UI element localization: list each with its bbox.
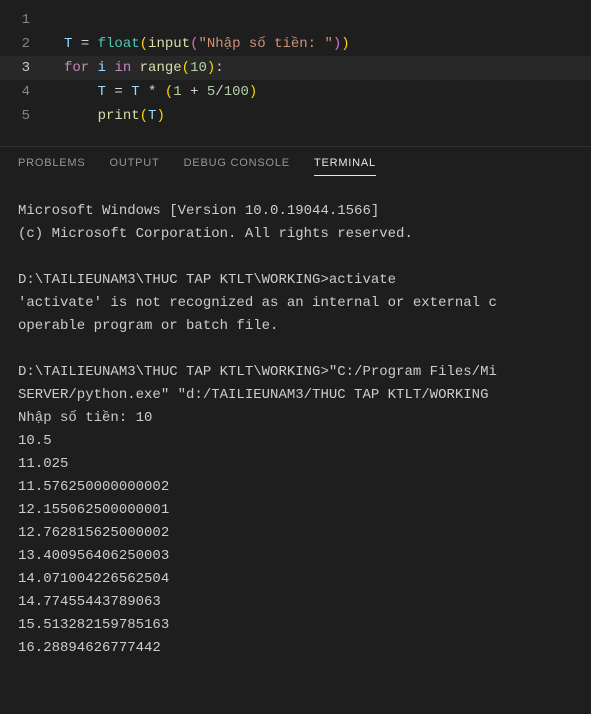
tab-output[interactable]: OUTPUT [110,157,160,176]
code-content[interactable]: T = float(input("Nhập số tiền: ")) [50,32,591,56]
tab-debug-console[interactable]: DEBUG CONSOLE [184,157,290,176]
terminal-line: 16.28894626777442 [18,637,573,660]
terminal-line: D:\TAILIEUNAM3\THUC TAP KTLT\WORKING>act… [18,269,573,292]
terminal-line: 11.576250000000002 [18,476,573,499]
terminal-line: 14.77455443789063 [18,591,573,614]
code-line[interactable]: 1 [0,8,591,32]
terminal-line [18,338,573,361]
tab-terminal[interactable]: TERMINAL [314,157,376,176]
code-editor[interactable]: 12T = float(input("Nhập số tiền: "))3for… [0,0,591,128]
terminal-line: 15.513282159785163 [18,614,573,637]
terminal-line: 'activate' is not recognized as an inter… [18,292,573,315]
code-line[interactable]: 3for i in range(10): [0,56,591,80]
terminal-line: Microsoft Windows [Version 10.0.19044.15… [18,200,573,223]
line-number: 3 [0,56,50,80]
terminal-line: 11.025 [18,453,573,476]
panel-tabs: PROBLEMS OUTPUT DEBUG CONSOLE TERMINAL [0,147,591,182]
code-line[interactable]: 4 T = T * (1 + 5/100) [0,80,591,104]
code-content[interactable] [50,8,591,32]
terminal-line: 10.5 [18,430,573,453]
terminal-line: 12.155062500000001 [18,499,573,522]
terminal-line: SERVER/python.exe" "d:/TAILIEUNAM3/THUC … [18,384,573,407]
terminal-line: Nhập số tiền: 10 [18,407,573,430]
terminal-line: D:\TAILIEUNAM3\THUC TAP KTLT\WORKING>"C:… [18,361,573,384]
code-content[interactable]: for i in range(10): [50,56,591,80]
tab-problems[interactable]: PROBLEMS [18,157,86,176]
line-number: 5 [0,104,50,128]
terminal-line: (c) Microsoft Corporation. All rights re… [18,223,573,246]
code-content[interactable]: T = T * (1 + 5/100) [50,80,591,104]
code-line[interactable]: 5 print(T) [0,104,591,128]
line-number: 2 [0,32,50,56]
terminal-line [18,246,573,269]
code-content[interactable]: print(T) [50,104,591,128]
code-line[interactable]: 2T = float(input("Nhập số tiền: ")) [0,32,591,56]
terminal-line: operable program or batch file. [18,315,573,338]
terminal-line: 14.071004226562504 [18,568,573,591]
terminal-line: 12.762815625000002 [18,522,573,545]
line-number: 1 [0,8,50,32]
terminal-output[interactable]: Microsoft Windows [Version 10.0.19044.15… [0,182,591,660]
line-number: 4 [0,80,50,104]
bottom-panel: PROBLEMS OUTPUT DEBUG CONSOLE TERMINAL Micr… [0,146,591,660]
terminal-line: 13.400956406250003 [18,545,573,568]
